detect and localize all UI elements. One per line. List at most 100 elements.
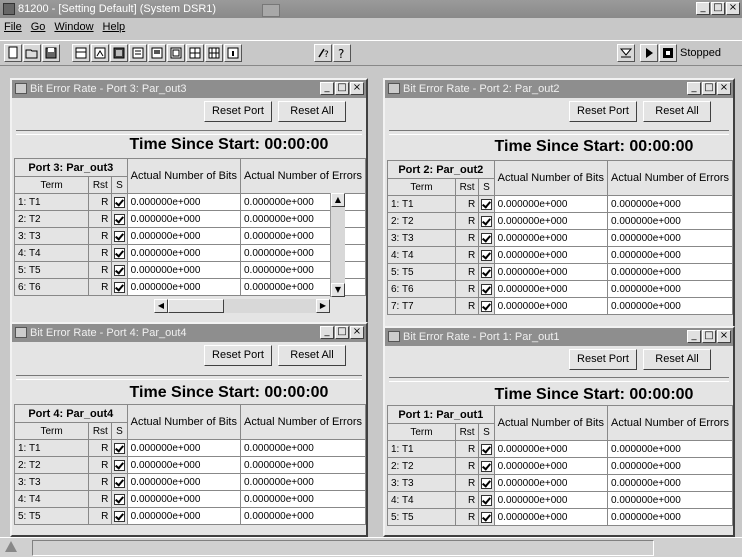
select-checkbox[interactable]	[480, 477, 492, 489]
close-icon[interactable]: ×	[717, 330, 731, 343]
reset-term-button[interactable]: R	[88, 261, 113, 279]
menu-go[interactable]: Go	[31, 19, 46, 35]
select-checkbox[interactable]	[114, 247, 125, 259]
scroll-thumb[interactable]	[168, 299, 224, 313]
reset-all-button[interactable]: Reset All	[643, 101, 711, 122]
select-checkbox[interactable]	[114, 230, 125, 242]
save-icon[interactable]	[42, 44, 60, 62]
reset-term-button[interactable]: R	[454, 297, 480, 315]
context-help-icon[interactable]: ?	[314, 44, 332, 62]
bits-cell: 0.000000e+000	[493, 440, 608, 458]
maximize-icon[interactable]: □	[335, 82, 349, 95]
view-1-icon[interactable]	[72, 44, 90, 62]
play-icon[interactable]	[640, 44, 658, 62]
menu-help[interactable]: Help	[103, 19, 126, 35]
close-icon[interactable]: ×	[350, 82, 364, 95]
reset-term-button[interactable]: R	[454, 229, 480, 247]
select-checkbox[interactable]	[114, 264, 125, 276]
scroll-left-icon[interactable]: ◀	[154, 299, 168, 313]
reset-term-button[interactable]: R	[454, 474, 480, 492]
view-2-icon[interactable]	[91, 44, 109, 62]
grid-icon[interactable]	[205, 44, 223, 62]
reset-port-button[interactable]: Reset Port	[204, 101, 272, 122]
select-checkbox[interactable]	[114, 196, 125, 208]
select-checkbox[interactable]	[114, 213, 125, 225]
select-checkbox[interactable]	[480, 232, 492, 244]
view-3-icon[interactable]	[110, 44, 128, 62]
close-icon[interactable]: ×	[350, 326, 364, 339]
reset-all-button[interactable]: Reset All	[278, 345, 346, 366]
reset-term-button[interactable]: R	[454, 212, 480, 230]
reset-term-button[interactable]: R	[454, 195, 480, 213]
minimize-icon[interactable]: _	[687, 330, 701, 343]
term-cell: 4: T4	[13, 490, 90, 508]
reset-term-button[interactable]: R	[454, 440, 480, 458]
reset-term-button[interactable]: R	[454, 246, 480, 264]
select-checkbox[interactable]	[480, 215, 492, 227]
reset-all-button[interactable]: Reset All	[278, 101, 346, 122]
minimize-icon[interactable]: _	[687, 82, 701, 95]
menu-window[interactable]: Window	[54, 19, 93, 35]
reset-term-button[interactable]: R	[454, 263, 480, 281]
scroll-down-icon[interactable]: ▼	[331, 283, 345, 297]
view-6-icon[interactable]	[167, 44, 185, 62]
reset-term-button[interactable]: R	[88, 210, 113, 228]
select-checkbox[interactable]	[114, 459, 125, 471]
reset-term-button[interactable]: R	[88, 244, 113, 262]
select-checkbox[interactable]	[480, 266, 492, 278]
vertical-scrollbar[interactable]: ▲ ▼	[330, 193, 345, 297]
view-5-icon[interactable]	[148, 44, 166, 62]
minimize-icon[interactable]: _	[320, 326, 334, 339]
reset-port-button[interactable]: Reset Port	[204, 345, 272, 366]
stop-icon[interactable]	[659, 44, 677, 62]
select-checkbox[interactable]	[480, 460, 492, 472]
filter-icon[interactable]	[617, 44, 635, 62]
select-checkbox[interactable]	[480, 443, 492, 455]
select-checkbox[interactable]	[114, 442, 125, 454]
close-icon[interactable]: ×	[726, 2, 740, 15]
reset-term-button[interactable]: R	[88, 490, 113, 508]
select-checkbox[interactable]	[480, 511, 492, 523]
select-checkbox[interactable]	[480, 249, 492, 261]
select-checkbox[interactable]	[480, 198, 492, 210]
term-cell: 1: T1	[13, 439, 90, 457]
reset-term-button[interactable]: R	[88, 439, 113, 457]
select-checkbox[interactable]	[114, 281, 125, 293]
reset-term-button[interactable]: R	[88, 193, 113, 211]
reset-term-button[interactable]: R	[454, 508, 480, 526]
reset-term-button[interactable]: R	[454, 457, 480, 475]
select-checkbox[interactable]	[480, 300, 492, 312]
reset-term-button[interactable]: R	[454, 280, 480, 298]
maximize-icon[interactable]: □	[702, 330, 716, 343]
reset-term-button[interactable]: R	[454, 491, 480, 509]
table-icon[interactable]	[186, 44, 204, 62]
reset-term-button[interactable]: R	[88, 278, 113, 296]
close-icon[interactable]: ×	[717, 82, 731, 95]
select-checkbox[interactable]	[114, 493, 125, 505]
scroll-up-icon[interactable]: ▲	[331, 193, 345, 207]
select-checkbox[interactable]	[480, 283, 492, 295]
select-checkbox[interactable]	[480, 494, 492, 506]
maximize-icon[interactable]: □	[702, 82, 716, 95]
help-icon[interactable]: ?	[333, 44, 351, 62]
horizontal-scrollbar[interactable]: ◀ ▶	[154, 299, 330, 313]
scroll-right-icon[interactable]: ▶	[316, 299, 330, 313]
maximize-icon[interactable]: □	[335, 326, 349, 339]
reset-all-button[interactable]: Reset All	[643, 349, 711, 370]
reset-term-button[interactable]: R	[88, 507, 113, 525]
reset-port-button[interactable]: Reset Port	[569, 349, 637, 370]
view-4-icon[interactable]	[129, 44, 147, 62]
open-folder-icon[interactable]	[23, 44, 41, 62]
reset-port-button[interactable]: Reset Port	[569, 101, 637, 122]
minimize-icon[interactable]: _	[320, 82, 334, 95]
reset-term-button[interactable]: R	[88, 473, 113, 491]
new-file-icon[interactable]	[4, 44, 22, 62]
menu-file[interactable]: File	[4, 19, 22, 35]
minimize-icon[interactable]: _	[696, 2, 710, 15]
reset-term-button[interactable]: R	[88, 227, 113, 245]
restore-icon[interactable]: □	[711, 2, 725, 15]
reset-term-button[interactable]: R	[88, 456, 113, 474]
info-icon[interactable]	[224, 44, 242, 62]
select-checkbox[interactable]	[114, 510, 125, 522]
select-checkbox[interactable]	[114, 476, 125, 488]
